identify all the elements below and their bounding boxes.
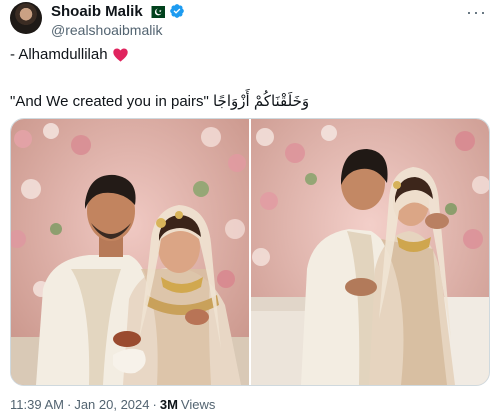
author-display-name[interactable]: Shoaib Malik bbox=[51, 3, 143, 20]
author-name-row: Shoaib Malik bbox=[51, 2, 185, 20]
tweet-time[interactable]: 11:39 AM bbox=[10, 397, 64, 412]
views-label: Views bbox=[180, 397, 216, 412]
avatar[interactable] bbox=[10, 2, 42, 34]
media-grid bbox=[10, 118, 490, 386]
verified-badge-icon bbox=[169, 3, 185, 19]
tweet-metadata: 11:39 AM · Jan 20, 2024 · 3M Views bbox=[10, 397, 215, 412]
pakistan-flag-icon bbox=[146, 5, 165, 18]
author-handle[interactable]: @realshoaibmalik bbox=[51, 22, 162, 38]
photo-2[interactable] bbox=[251, 119, 489, 385]
tweet-text: - Alhamdullilah bbox=[10, 46, 108, 63]
more-options-icon[interactable]: ··· bbox=[466, 2, 487, 23]
photo-1[interactable] bbox=[11, 119, 249, 385]
separator: · bbox=[152, 397, 157, 412]
views-count: 3M bbox=[159, 397, 178, 412]
tweet-text-line-2: "And We created you in pairs" وَخَلَقْنَ… bbox=[10, 93, 310, 110]
heart-icon bbox=[112, 47, 128, 62]
tweet-text-line-1: - Alhamdullilah bbox=[10, 46, 128, 63]
tweet-date[interactable]: Jan 20, 2024 bbox=[74, 397, 149, 412]
separator: · bbox=[66, 397, 72, 412]
